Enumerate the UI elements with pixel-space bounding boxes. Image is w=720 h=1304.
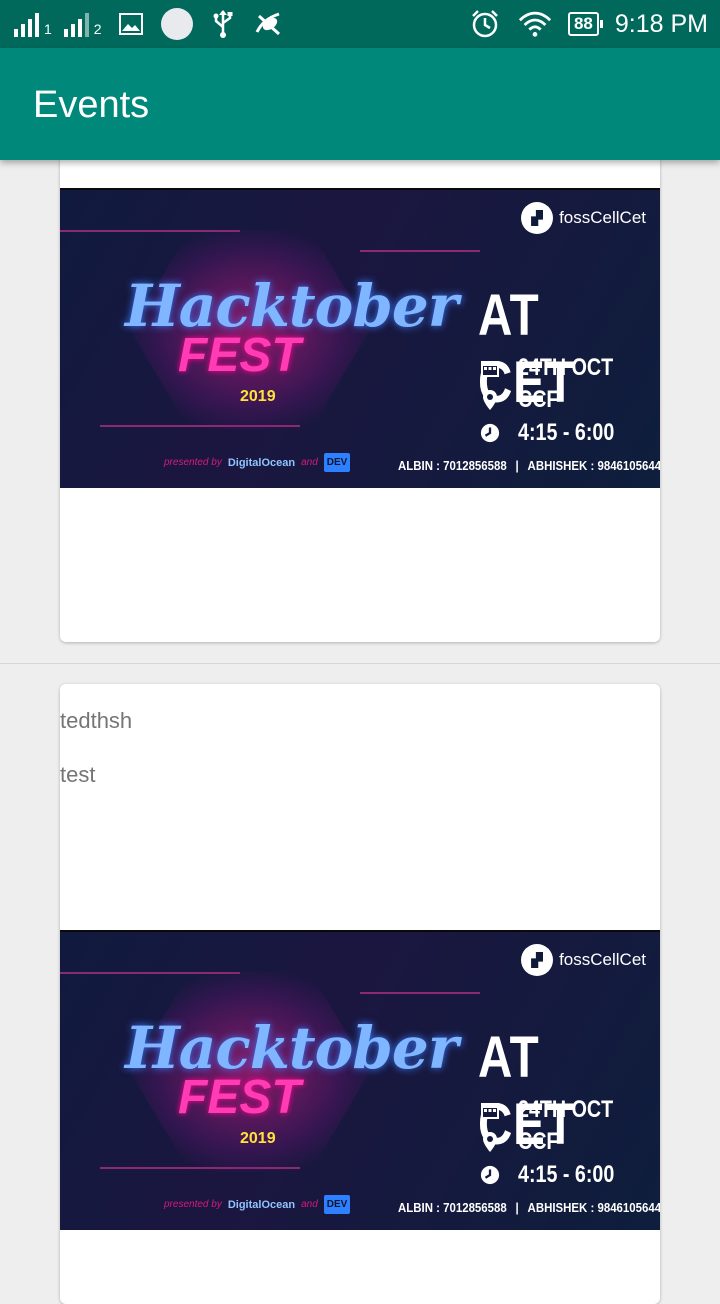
poster-venue: CCF	[518, 1128, 559, 1155]
poster-contacts: ALBIN : 7012856588 | ABHISHEK : 98461056…	[398, 458, 660, 473]
image-icon	[114, 10, 148, 38]
location-pin-icon	[480, 1132, 500, 1152]
poster-venue: CCF	[518, 386, 559, 413]
clock-icon	[480, 1165, 500, 1185]
poster-time: 4:15 - 6:00	[518, 419, 615, 446]
poster-date-row: 24TH OCT	[480, 354, 634, 382]
poster-date-row: 24TH OCT	[480, 1096, 634, 1124]
poster-subtitle: FEST	[178, 329, 301, 382]
foss-logo-icon	[521, 944, 554, 976]
and-label: and	[301, 457, 318, 468]
sim2-label: 2	[93, 21, 102, 37]
clock-icon	[480, 423, 500, 443]
event-poster-image: Hacktober FEST 2019 presented by Digital…	[60, 930, 660, 1230]
mute-icon	[252, 10, 286, 38]
poster-venue-row: CCF	[480, 386, 567, 414]
poster-venue-row: CCF	[480, 1128, 567, 1156]
poster-time: 4:15 - 6:00	[518, 1161, 615, 1188]
poster-contacts: ALBIN : 7012856588 | ABHISHEK : 98461056…	[398, 1200, 660, 1215]
contact-separator: |	[515, 1200, 519, 1215]
poster-date: 24TH OCT	[518, 354, 614, 381]
poster-subtitle: FEST	[178, 1071, 301, 1124]
poster-brand: fossCellCet	[521, 944, 646, 976]
event-card[interactable]: tedthsh test Hacktober FEST 2019 present…	[60, 684, 660, 1304]
contact-abhishek: ABHISHEK : 9846105644	[527, 458, 660, 473]
brand-name: fossCellCet	[559, 950, 646, 969]
presented-by-label: presented by	[164, 1199, 222, 1210]
status-right: 88 9:18 PM	[468, 6, 708, 42]
poster-date: 24TH OCT	[518, 1096, 614, 1123]
signal-sim1-icon: 1	[14, 11, 52, 37]
contact-separator: |	[515, 458, 519, 473]
poster-year: 2019	[240, 1130, 276, 1147]
presented-by-label: presented by	[164, 457, 222, 468]
battery-icon: 88	[567, 12, 603, 36]
poster-sponsors: presented by DigitalOcean and DEV	[164, 453, 351, 472]
status-bar: 1 2 88 9:18 PM	[0, 0, 720, 48]
contact-albin: ALBIN : 7012856588	[398, 458, 507, 473]
event-poster-image: Hacktober FEST 2019 presented by Digital…	[60, 188, 660, 488]
app-bar: Events	[0, 48, 720, 160]
poster-year: 2019	[240, 388, 276, 405]
location-pin-icon	[480, 390, 500, 410]
foss-logo-icon	[521, 202, 554, 234]
status-left: 1 2	[14, 6, 286, 42]
contact-albin: ALBIN : 7012856588	[398, 1200, 507, 1215]
sponsor-dev: DEV	[323, 453, 351, 472]
poster-time-row: 4:15 - 6:00	[480, 1161, 635, 1189]
usb-icon	[206, 10, 240, 38]
circle-notification-icon	[160, 8, 194, 40]
calendar-icon	[480, 358, 500, 378]
event-card[interactable]: Hacktober FEST 2019 presented by Digital…	[60, 150, 660, 642]
event-description: test	[60, 762, 96, 787]
clock: 9:18 PM	[614, 9, 708, 38]
wifi-icon	[518, 10, 552, 38]
list-divider	[0, 663, 720, 664]
event-title: tedthsh	[60, 708, 133, 733]
page-title: Events	[33, 84, 150, 126]
calendar-icon	[480, 1100, 500, 1120]
poster-sponsors: presented by DigitalOcean and DEV	[164, 1195, 351, 1214]
poster-time-row: 4:15 - 6:00	[480, 419, 635, 447]
brand-name: fossCellCet	[559, 208, 646, 227]
and-label: and	[301, 1199, 318, 1210]
sponsor-dev: DEV	[323, 1195, 351, 1214]
poster-brand: fossCellCet	[521, 202, 646, 234]
sim1-label: 1	[44, 21, 52, 37]
sponsor-digitalocean: DigitalOcean	[227, 456, 296, 469]
alarm-icon	[468, 10, 502, 38]
contact-abhishek: ABHISHEK : 9846105644	[527, 1200, 660, 1215]
signal-sim2-icon: 2	[63, 11, 102, 37]
sponsor-digitalocean: DigitalOcean	[227, 1198, 296, 1211]
